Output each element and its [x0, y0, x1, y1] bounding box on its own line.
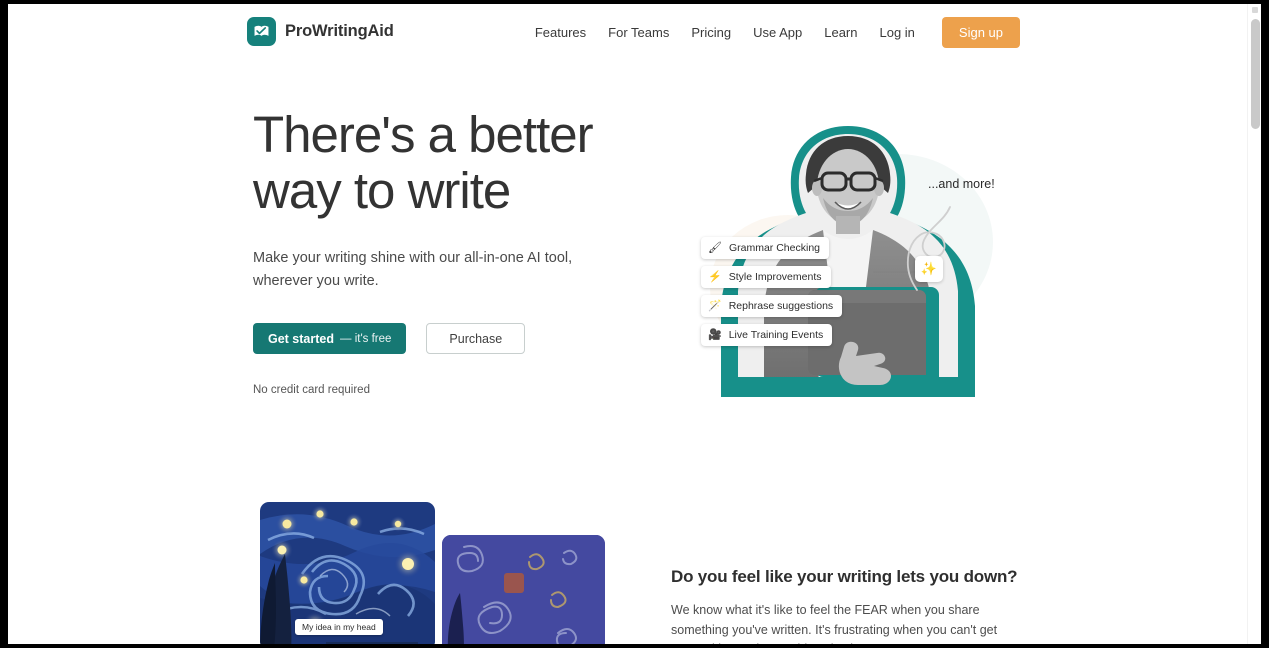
- movie-camera-icon: 🎥: [708, 328, 722, 341]
- page-content: ProWritingAid Features For Teams Pricing…: [8, 4, 1247, 644]
- and-more-annotation: ...and more!: [928, 177, 995, 191]
- feature-chip-live-training-events: 🎥 Live Training Events: [701, 324, 833, 346]
- scrollbar-up-arrow[interactable]: [1252, 7, 1258, 13]
- vertical-scrollbar[interactable]: [1247, 4, 1261, 644]
- main-navigation: Features For Teams Pricing Use App Learn…: [524, 17, 1020, 48]
- feature-chip-list: 🖌 Grammar Checking ⚡ Style Improvements …: [701, 237, 843, 346]
- idea-caption: My idea in my head: [295, 619, 383, 635]
- feature-chip-label: Style Improvements: [728, 271, 822, 283]
- site-header: ProWritingAid Features For Teams Pricing…: [8, 4, 1247, 61]
- simplified-painting: [442, 535, 605, 644]
- purchase-button[interactable]: Purchase: [426, 323, 526, 354]
- nav-item-pricing[interactable]: Pricing: [680, 18, 742, 47]
- nav-item-learn[interactable]: Learn: [813, 18, 868, 47]
- lower-section: Do you feel like your writing lets you d…: [671, 567, 1021, 644]
- hero-illustration: 🖌 Grammar Checking ⚡ Style Improvements …: [673, 112, 1023, 397]
- simplified-painting-graphic: [442, 535, 605, 644]
- feature-chip-label: Rephrase suggestions: [728, 300, 834, 312]
- feature-chip-style-improvements: ⚡ Style Improvements: [701, 266, 831, 288]
- lower-section-title: Do you feel like your writing lets you d…: [671, 567, 1018, 586]
- browser-frame: ProWritingAid Features For Teams Pricing…: [0, 0, 1269, 648]
- lightning-icon: ⚡: [708, 270, 722, 283]
- logo-wordmark: ProWritingAid: [285, 22, 394, 40]
- no-credit-card-note: No credit card required: [253, 384, 370, 396]
- scrollbar-thumb[interactable]: [1251, 19, 1260, 129]
- get-started-button[interactable]: Get started — it's free: [253, 323, 407, 354]
- browser-viewport: ProWritingAid Features For Teams Pricing…: [8, 4, 1261, 644]
- book-check-icon: [247, 17, 276, 46]
- nav-item-use-app[interactable]: Use App: [742, 18, 813, 47]
- nav-item-log-in[interactable]: Log in: [868, 18, 925, 47]
- lower-section-body: We know what it's like to feel the FEAR …: [671, 603, 998, 644]
- feature-chip-grammar-checking: 🖌 Grammar Checking: [701, 237, 829, 259]
- sign-up-button[interactable]: Sign up: [941, 17, 1020, 48]
- pen-icon: 🖌: [708, 241, 722, 254]
- magic-wand-icon: 🪄: [708, 299, 722, 312]
- logo-home-link[interactable]: ProWritingAid: [247, 17, 394, 46]
- hero-actions: Get started — it's free Purchase: [253, 323, 613, 354]
- hero-title: There's a better way to write: [253, 106, 594, 219]
- feature-chip-label: Grammar Checking: [728, 242, 820, 254]
- feature-chip-rephrase-suggestions: 🪄 Rephrase suggestions: [701, 295, 843, 317]
- hero-subtitle: Make your writing shine with our all-in-…: [253, 250, 573, 289]
- nav-item-features[interactable]: Features: [524, 18, 597, 47]
- sparkles-icon: ✨: [915, 256, 943, 282]
- nav-item-for-teams[interactable]: For Teams: [597, 18, 680, 47]
- get-started-free-suffix: — it's free: [340, 332, 392, 345]
- get-started-label: Get started: [268, 331, 334, 346]
- hero-section: There's a better way to write Make your …: [253, 107, 613, 396]
- feature-chip-label: Live Training Events: [728, 329, 824, 341]
- artwork-comparison: My idea in my head: [260, 502, 605, 644]
